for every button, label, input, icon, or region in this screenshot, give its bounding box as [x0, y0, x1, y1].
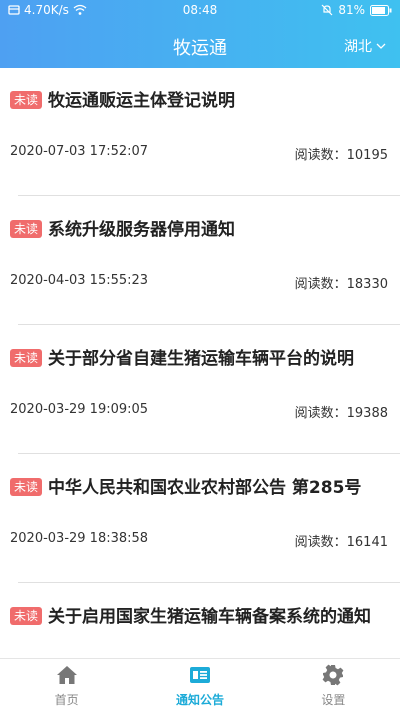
notice-read-count: 阅读数：16141: [295, 531, 388, 550]
notice-read-count: 阅读数：19388: [295, 402, 388, 421]
notice-meta: 2020-03-29 18:38:58 阅读数：16141: [10, 531, 388, 550]
tab-home[interactable]: 首页: [0, 659, 133, 712]
notice-date: 2020-07-03 17:52:07: [10, 144, 149, 159]
battery-icon: [370, 4, 392, 16]
unread-badge: 未读: [10, 91, 43, 109]
notice-title: 未读 关于部分省自建生猪运输车辆平台的说明: [10, 346, 386, 372]
page-title: 牧运通: [173, 38, 227, 59]
region-selector[interactable]: 湖北: [344, 36, 386, 56]
notice-title-text: 关于启用国家生猪运输车辆备案系统的通知: [48, 607, 372, 627]
read-count-value: 18330: [346, 277, 388, 292]
status-bar: 4.70K/s 08:48 81%: [0, 0, 400, 22]
status-right: 81%: [321, 3, 392, 17]
notice-item[interactable]: 未读 牧运通贩运主体登记说明 2020-07-03 17:52:07 阅读数：10…: [0, 68, 400, 196]
tab-settings[interactable]: 设置: [267, 659, 400, 712]
notice-item[interactable]: 未读 中华人民共和国农业农村部公告 第285号 2020-03-29 18:38:…: [0, 455, 400, 583]
divider: [18, 582, 400, 583]
notice-read-count: 阅读数：18330: [295, 273, 388, 292]
read-count-prefix: 阅读数：: [294, 148, 347, 163]
read-count-value: 16141: [346, 535, 388, 550]
chevron-down-icon: [376, 43, 386, 49]
read-count-value: 19388: [346, 406, 388, 421]
unread-badge: 未读: [10, 607, 43, 625]
bottom-tab-bar: 首页 通知公告 设置: [0, 658, 400, 712]
notice-date: 2020-04-03 15:55:23: [10, 273, 149, 288]
tab-home-label: 首页: [54, 693, 79, 707]
divider: [18, 453, 400, 454]
notice-title: 未读 关于启用国家生猪运输车辆备案系统的通知: [10, 604, 386, 630]
read-count-prefix: 阅读数：: [294, 406, 347, 421]
app-header: 牧运通 湖北: [0, 22, 400, 68]
unread-badge: 未读: [10, 349, 43, 367]
notice-title-text: 关于部分省自建生猪运输车辆平台的说明: [48, 349, 355, 369]
read-count-prefix: 阅读数：: [294, 535, 347, 550]
notice-date: 2020-03-29 19:09:05: [10, 402, 149, 417]
notice-title: 未读 系统升级服务器停用通知: [10, 217, 386, 243]
notice-item[interactable]: 未读 系统升级服务器停用通知 2020-04-03 15:55:23 阅读数：18…: [0, 197, 400, 325]
tab-notices[interactable]: 通知公告: [133, 659, 266, 712]
tab-notices-label: 通知公告: [175, 693, 224, 707]
notice-icon: [189, 667, 210, 683]
battery-level: 81%: [338, 3, 365, 17]
region-label: 湖北: [344, 39, 372, 55]
gear-icon: [322, 664, 344, 686]
notice-meta: 2020-04-03 15:55:23 阅读数：18330: [10, 273, 388, 292]
notice-item[interactable]: 未读 关于启用国家生猪运输车辆备案系统的通知: [0, 584, 400, 658]
notice-meta: 2020-07-03 17:52:07 阅读数：10195: [10, 144, 388, 163]
notice-item[interactable]: 未读 关于部分省自建生猪运输车辆平台的说明 2020-03-29 19:09:05…: [0, 326, 400, 454]
tab-settings-label: 设置: [321, 693, 346, 707]
notice-title-text: 中华人民共和国农业农村部公告 第285号: [48, 478, 362, 498]
mute-bell-icon: [321, 4, 333, 16]
notice-list: 未读 牧运通贩运主体登记说明 2020-07-03 17:52:07 阅读数：10…: [0, 68, 400, 658]
unread-badge: 未读: [10, 478, 43, 496]
notice-date: 2020-03-29 18:38:58: [10, 531, 149, 546]
notice-title: 未读 牧运通贩运主体登记说明: [10, 88, 386, 114]
read-count-value: 10195: [346, 148, 388, 163]
notice-read-count: 阅读数：10195: [295, 144, 388, 163]
unread-badge: 未读: [10, 220, 43, 238]
notice-title: 未读 中华人民共和国农业农村部公告 第285号: [10, 475, 386, 501]
read-count-prefix: 阅读数：: [294, 277, 347, 292]
divider: [18, 195, 400, 196]
divider: [18, 324, 400, 325]
notice-meta: 2020-03-29 19:09:05 阅读数：19388: [10, 402, 388, 421]
home-icon: [56, 666, 77, 684]
notice-title-text: 系统升级服务器停用通知: [48, 220, 236, 240]
notice-title-text: 牧运通贩运主体登记说明: [48, 91, 236, 111]
